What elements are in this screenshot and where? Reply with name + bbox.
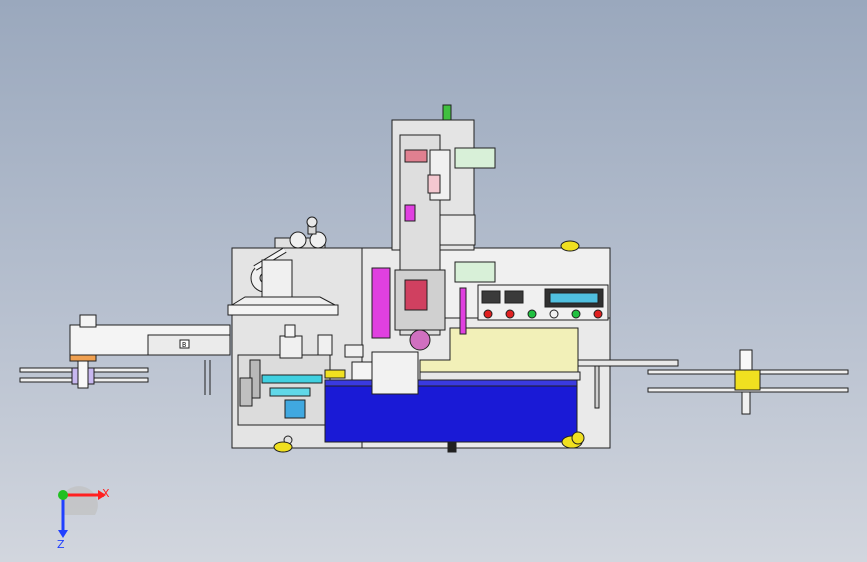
- indicator-light: [527, 309, 537, 319]
- indicator-light: [593, 309, 603, 319]
- control-panel: [477, 284, 609, 321]
- base-tank: [324, 379, 578, 453]
- right-conveyor: [577, 349, 849, 415]
- z-axis-label: Z: [57, 538, 65, 550]
- left-arm-label: B: [182, 341, 186, 349]
- indicator-light: [505, 309, 515, 319]
- cad-viewport[interactable]: B X Z: [0, 0, 867, 562]
- indicator-light: [549, 309, 559, 319]
- y-axis-dot: [58, 490, 68, 500]
- x-axis-label: X: [102, 487, 110, 500]
- coordinate-triad: X Z: [57, 486, 110, 550]
- machine-assembly-drawing: B: [19, 104, 849, 453]
- left-conveyor-rails: [19, 354, 149, 389]
- indicator-light: [571, 309, 581, 319]
- indicator-light: [483, 309, 493, 319]
- turntable: [227, 296, 339, 316]
